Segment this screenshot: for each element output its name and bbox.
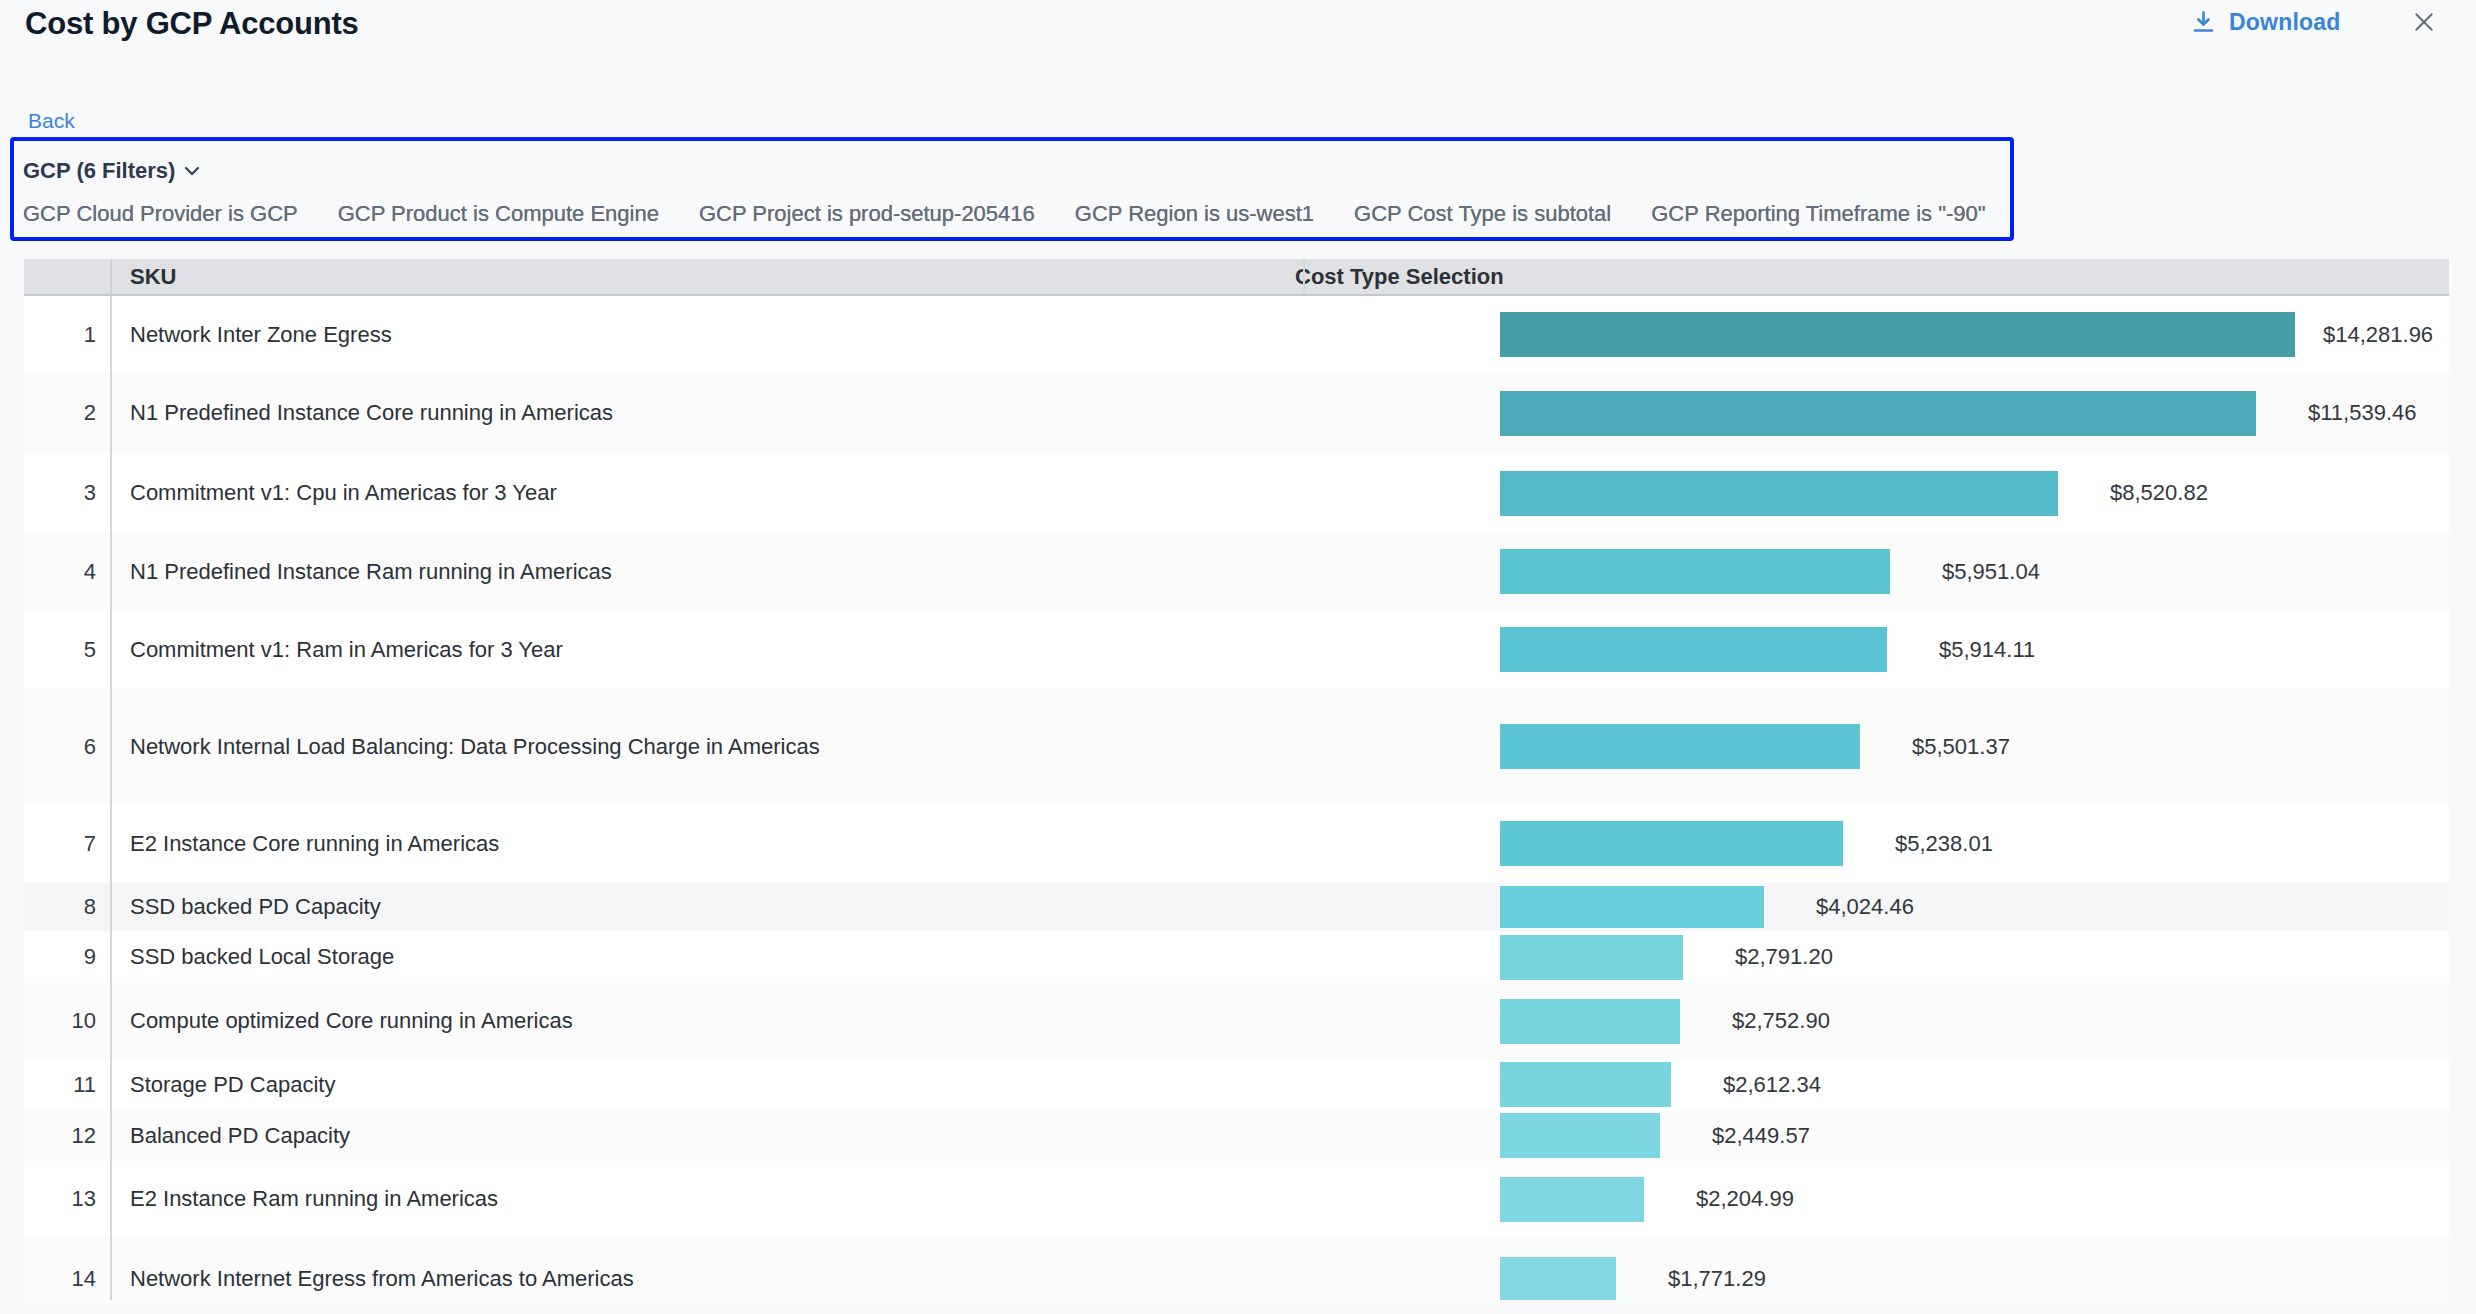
table-row[interactable]: 4 N1 Predefined Instance Ram running in …: [24, 533, 2449, 610]
row-index: 1: [24, 296, 112, 373]
sku-cell: E2 Instance Core running in Americas: [112, 831, 499, 857]
cost-value: $2,612.34: [1723, 1072, 1821, 1098]
sku-cell: SSD backed PD Capacity: [112, 894, 381, 920]
table-body: 1 Network Inter Zone Egress $14,281.96 2…: [24, 296, 2449, 1300]
cost-bar[interactable]: [1500, 886, 1764, 928]
row-index: 13: [24, 1161, 112, 1237]
table-row[interactable]: 5 Commitment v1: Ram in Americas for 3 Y…: [24, 610, 2449, 689]
applied-filter-3: GCP Project is prod-setup-205416: [699, 201, 1035, 227]
cost-bar[interactable]: [1500, 821, 1843, 866]
header-column-divider-2: [1303, 259, 1305, 294]
cost-value: $5,914.11: [1939, 637, 2035, 663]
table-row[interactable]: 11 Storage PD Capacity $2,612.34: [24, 1059, 2449, 1110]
cost-bar[interactable]: [1500, 1113, 1660, 1158]
cost-table: SKU Cost Type Selection 1 Network Inter …: [24, 259, 2449, 1300]
back-link[interactable]: Back: [28, 109, 75, 133]
cost-value: $1,771.29: [1668, 1266, 1766, 1292]
cost-bar[interactable]: [1500, 999, 1680, 1044]
sku-cell: Storage PD Capacity: [112, 1072, 335, 1098]
table-row[interactable]: 3 Commitment v1: Cpu in Americas for 3 Y…: [24, 453, 2449, 533]
row-index: 14: [24, 1237, 112, 1300]
cost-bar[interactable]: [1500, 549, 1890, 594]
cost-bar[interactable]: [1500, 724, 1860, 769]
cost-value: $2,791.20: [1735, 944, 1833, 970]
cost-value: $14,281.96: [2323, 322, 2433, 348]
table-row[interactable]: 12 Balanced PD Capacity $2,449.57: [24, 1110, 2449, 1161]
close-icon[interactable]: [2412, 10, 2436, 34]
cost-bar[interactable]: [1500, 312, 2295, 357]
cost-value: $4,024.46: [1816, 894, 1914, 920]
cost-value: $5,951.04: [1942, 559, 2040, 585]
applied-filters: GCP Cloud Provider is GCP GCP Product is …: [23, 197, 1986, 231]
row-index: 4: [24, 533, 112, 610]
applied-filter-5: GCP Cost Type is subtotal: [1354, 201, 1611, 227]
cost-value: $2,752.90: [1732, 1008, 1830, 1034]
row-index: 10: [24, 983, 112, 1059]
cost-value: $8,520.82: [2110, 480, 2208, 506]
cost-value: $2,204.99: [1696, 1186, 1794, 1212]
filter-group-toggle[interactable]: GCP (6 Filters): [23, 153, 200, 189]
cost-value: $11,539.46: [2308, 400, 2416, 426]
table-row[interactable]: 10 Compute optimized Core running in Ame…: [24, 983, 2449, 1059]
table-row[interactable]: 1 Network Inter Zone Egress $14,281.96: [24, 296, 2449, 373]
sku-cell: Commitment v1: Cpu in Americas for 3 Yea…: [112, 480, 557, 506]
row-index: 3: [24, 453, 112, 533]
page-title: Cost by GCP Accounts: [25, 6, 359, 42]
cost-value: $5,238.01: [1895, 831, 1993, 857]
sku-cell: Compute optimized Core running in Americ…: [112, 1008, 573, 1034]
download-icon: [2190, 9, 2217, 36]
column-header-cost-type: Cost Type Selection: [1295, 259, 1504, 294]
download-button[interactable]: Download: [2190, 4, 2340, 40]
filter-group-box: GCP (6 Filters) GCP Cloud Provider is GC…: [10, 137, 2014, 241]
applied-filter-1: GCP Cloud Provider is GCP: [23, 201, 298, 227]
sku-cell: E2 Instance Ram running in Americas: [112, 1186, 498, 1212]
cost-bar[interactable]: [1500, 391, 2256, 436]
sku-cell: Network Internal Load Balancing: Data Pr…: [112, 734, 820, 760]
cost-bar[interactable]: [1500, 1257, 1616, 1301]
row-index: 9: [24, 931, 112, 983]
sku-cell: Network Internet Egress from Americas to…: [112, 1266, 634, 1292]
header-column-divider-1: [110, 259, 112, 294]
row-index: 2: [24, 373, 112, 453]
sku-cell: N1 Predefined Instance Core running in A…: [112, 400, 613, 426]
table-row[interactable]: 9 SSD backed Local Storage $2,791.20: [24, 931, 2449, 983]
cost-bar[interactable]: [1500, 471, 2058, 516]
table-row[interactable]: 2 N1 Predefined Instance Core running in…: [24, 373, 2449, 453]
table-row[interactable]: 6 Network Internal Load Balancing: Data …: [24, 689, 2449, 804]
cost-value: $2,449.57: [1712, 1123, 1810, 1149]
cost-value: $5,501.37: [1912, 734, 2010, 760]
filter-group-label: GCP (6 Filters): [23, 158, 175, 184]
applied-filter-2: GCP Product is Compute Engine: [338, 201, 659, 227]
cost-bar[interactable]: [1500, 627, 1887, 672]
row-index: 7: [24, 804, 112, 883]
cost-by-gcp-accounts-panel: Cost by GCP Accounts Download Back GCP (…: [0, 0, 2476, 1314]
row-index: 12: [24, 1110, 112, 1161]
applied-filter-6: GCP Reporting Timeframe is "-90": [1651, 201, 1985, 227]
table-row[interactable]: 13 E2 Instance Ram running in Americas $…: [24, 1161, 2449, 1237]
chevron-down-icon: [184, 166, 200, 176]
sku-cell: SSD backed Local Storage: [112, 944, 394, 970]
table-row[interactable]: 8 SSD backed PD Capacity $4,024.46: [24, 883, 2449, 931]
sku-cell: Network Inter Zone Egress: [112, 322, 392, 348]
row-index: 5: [24, 610, 112, 689]
sku-cell: N1 Predefined Instance Ram running in Am…: [112, 559, 612, 585]
row-index: 8: [24, 883, 112, 931]
row-index: 6: [24, 689, 112, 804]
table-row[interactable]: 14 Network Internet Egress from Americas…: [24, 1237, 2449, 1300]
sku-cell: Balanced PD Capacity: [112, 1123, 350, 1149]
cost-bar[interactable]: [1500, 935, 1683, 980]
applied-filter-4: GCP Region is us-west1: [1075, 201, 1314, 227]
table-header: SKU Cost Type Selection: [24, 259, 2449, 296]
sku-cell: Commitment v1: Ram in Americas for 3 Yea…: [112, 637, 563, 663]
cost-bar[interactable]: [1500, 1177, 1644, 1222]
column-header-sku: SKU: [130, 259, 176, 294]
table-row[interactable]: 7 E2 Instance Core running in Americas $…: [24, 804, 2449, 883]
row-index: 11: [24, 1059, 112, 1110]
cost-bar[interactable]: [1500, 1062, 1671, 1107]
